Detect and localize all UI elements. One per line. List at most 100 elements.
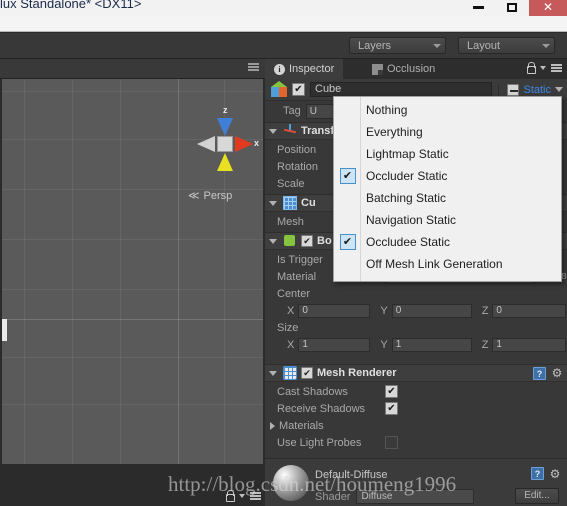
size-y-group: Y 1	[380, 337, 472, 352]
menu-item-checkbox[interactable]: ✔	[339, 168, 356, 184]
use-light-probes-checkbox[interactable]	[385, 436, 398, 449]
center-xyz-row: X 0 Y 0 Z 0	[265, 302, 567, 319]
tab-occlusion[interactable]: Occlusion	[363, 59, 444, 79]
property-row-materials[interactable]: Materials	[265, 417, 567, 434]
static-flags-dropdown-menu[interactable]: Nothing Everything Lightmap Static ✔ Occ…	[333, 96, 562, 282]
projection-mode[interactable]: ≪ Persp	[188, 189, 233, 203]
lock-icon[interactable]	[225, 490, 235, 502]
hamburger-icon[interactable]	[250, 495, 261, 497]
material-preview-block: Default-Diffuse ? ⚙ Shader Diffuse Edit.…	[265, 458, 567, 506]
menu-item-navigation-static[interactable]: Navigation Static	[334, 209, 563, 231]
tab-occlusion-label: Occlusion	[387, 63, 436, 75]
close-button[interactable]: ✕	[529, 0, 567, 16]
size-x-input[interactable]: 1	[298, 337, 371, 352]
foldout-arrow-icon[interactable]	[270, 421, 275, 430]
menu-item-off-mesh-link-generation[interactable]: Off Mesh Link Generation	[334, 253, 563, 275]
tab-inspector[interactable]: i Inspector	[265, 59, 344, 79]
window-titlebar: lux Standalone* <DX11> ✕	[0, 0, 567, 16]
menu-item-occludee-static[interactable]: ✔ Occludee Static	[334, 231, 563, 253]
window-title: lux Standalone* <DX11>	[0, 0, 142, 11]
mesh-renderer-icon	[283, 366, 297, 380]
inspector-tabbar: i Inspector Occlusion	[265, 59, 567, 79]
edit-shader-button[interactable]: Edit...	[515, 488, 559, 504]
box-collider-icon	[283, 234, 297, 248]
receive-shadows-checkbox[interactable]: ✔	[385, 402, 398, 415]
chevron-down-icon[interactable]	[239, 494, 245, 498]
foldout-arrow-icon[interactable]	[269, 128, 277, 134]
minimize-icon	[472, 5, 484, 9]
gizmo-axis-y-cone[interactable]	[217, 153, 233, 171]
chevron-down-icon	[433, 43, 441, 48]
menu-item-lightmap-static[interactable]: Lightmap Static	[334, 143, 563, 165]
object-enabled-checkbox[interactable]: ✔	[292, 83, 305, 96]
lock-icon[interactable]	[526, 62, 536, 74]
menu-item-label: Occluder Static	[366, 169, 448, 183]
scene-tabbar[interactable]	[0, 59, 265, 79]
receive-shadows-label: Receive Shadows	[277, 402, 366, 415]
layers-label: Layers	[358, 39, 392, 52]
size-z-group: Z 1	[482, 337, 567, 352]
chevron-down-icon[interactable]	[555, 87, 563, 92]
property-row-size: Size	[265, 319, 567, 336]
layout-dropdown[interactable]: Layout	[458, 37, 555, 54]
gizmo-axis-z-cone[interactable]	[217, 118, 233, 136]
scene-edge-handle[interactable]	[2, 319, 7, 341]
hamburger-icon[interactable]	[551, 67, 562, 69]
help-icon[interactable]: ?	[533, 366, 546, 380]
cast-shadows-label: Cast Shadows	[277, 385, 348, 398]
menu-item-label: Off Mesh Link Generation	[366, 257, 503, 271]
projection-label: Persp	[203, 189, 233, 202]
center-x-input[interactable]: 0	[298, 303, 371, 318]
gizmo-center-cube[interactable]	[217, 136, 233, 152]
mesh-filter-icon	[283, 196, 297, 210]
menu-item-everything[interactable]: Everything	[334, 121, 563, 143]
property-row-center: Center	[265, 285, 567, 302]
object-name-input[interactable]: Cube	[310, 82, 493, 97]
scene-view-panel: z x ≪ Persp ▰ ⚑ ★	[0, 59, 265, 506]
foldout-arrow-icon[interactable]	[269, 370, 277, 376]
maximize-button[interactable]	[495, 0, 529, 16]
use-light-probes-label: Use Light Probes	[277, 436, 362, 449]
shader-dropdown[interactable]: Diffuse	[356, 489, 475, 504]
center-z-input[interactable]: 0	[492, 303, 567, 318]
materials-label: Materials	[279, 419, 324, 432]
menu-item-label: Batching Static	[366, 191, 447, 205]
mesh-renderer-enabled-checkbox[interactable]: ✔	[301, 367, 313, 379]
minimize-button[interactable]	[461, 0, 495, 16]
gear-icon[interactable]: ⚙	[549, 468, 561, 480]
menu-item-nothing[interactable]: Nothing	[334, 99, 563, 121]
menu-item-label: Lightmap Static	[366, 147, 449, 161]
scene-orientation-gizmo[interactable]: z x	[184, 99, 263, 189]
component-title-box-collider: Bo	[317, 235, 332, 247]
shader-label: Shader	[315, 490, 351, 503]
property-row-cast-shadows: Cast Shadows ✔	[265, 383, 567, 400]
gear-icon[interactable]: ⚙	[551, 367, 563, 379]
menu-item-occluder-static[interactable]: ✔ Occluder Static	[334, 165, 563, 187]
unity-editor-window: lux Standalone* <DX11> ✕ Layers Layout z…	[0, 0, 567, 506]
inspector-header-controls	[526, 62, 562, 74]
foldout-arrow-icon[interactable]	[269, 200, 277, 206]
box-collider-enabled-checkbox[interactable]: ✔	[301, 235, 313, 247]
help-icon[interactable]: ?	[531, 467, 544, 480]
foldout-arrow-icon[interactable]	[269, 238, 277, 244]
static-mixed-checkbox[interactable]	[507, 83, 520, 96]
component-header-mesh-renderer[interactable]: ✔ Mesh Renderer ? ⚙	[265, 364, 567, 382]
transform-icon	[283, 124, 297, 138]
cast-shadows-checkbox[interactable]: ✔	[385, 385, 398, 398]
projection-arrow-icon: ≪	[188, 190, 200, 202]
material-preview-sphere	[273, 465, 309, 501]
layers-dropdown[interactable]: Layers	[349, 37, 446, 54]
center-y-input[interactable]: 0	[391, 303, 472, 318]
close-icon: ✕	[542, 0, 554, 14]
size-y-input[interactable]: 1	[391, 337, 472, 352]
menu-item-checkbox[interactable]: ✔	[339, 234, 356, 250]
static-flags-control[interactable]: Static	[498, 83, 563, 96]
center-y-label: Y	[380, 304, 388, 317]
scene-viewport[interactable]: z x ≪ Persp	[2, 79, 263, 464]
size-xyz-row: X 1 Y 1 Z 1	[265, 336, 567, 353]
gizmo-axis-x-cone[interactable]	[235, 136, 253, 152]
chevron-down-icon[interactable]	[540, 66, 546, 70]
size-z-input[interactable]: 1	[492, 337, 567, 352]
menu-item-batching-static[interactable]: Batching Static	[334, 187, 563, 209]
gizmo-axis-negx-cone[interactable]	[197, 136, 215, 152]
